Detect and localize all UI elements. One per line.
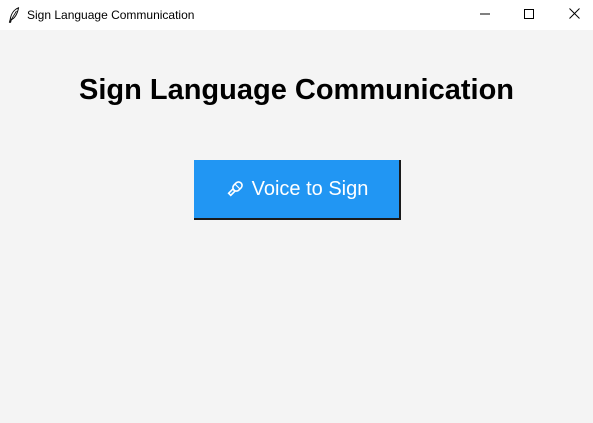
minimize-button[interactable] xyxy=(462,0,508,30)
minimize-icon xyxy=(480,6,490,24)
page-title: Sign Language Communication xyxy=(78,74,514,106)
voice-to-sign-button[interactable]: Voice to Sign xyxy=(194,160,401,220)
window-title: Sign Language Communication xyxy=(27,8,195,22)
feather-icon xyxy=(8,7,20,23)
maximize-icon xyxy=(524,6,534,24)
app-window: Sign Language Communication Sign Languag… xyxy=(0,0,593,423)
voice-to-sign-label: Voice to Sign xyxy=(251,177,369,200)
close-button[interactable] xyxy=(551,0,593,30)
title-bar[interactable]: Sign Language Communication xyxy=(0,0,593,30)
close-icon xyxy=(568,6,580,24)
maximize-button[interactable] xyxy=(506,0,552,30)
microphone-icon xyxy=(225,179,245,199)
main-content: Sign Language Communication Voice to Sig… xyxy=(0,30,593,423)
